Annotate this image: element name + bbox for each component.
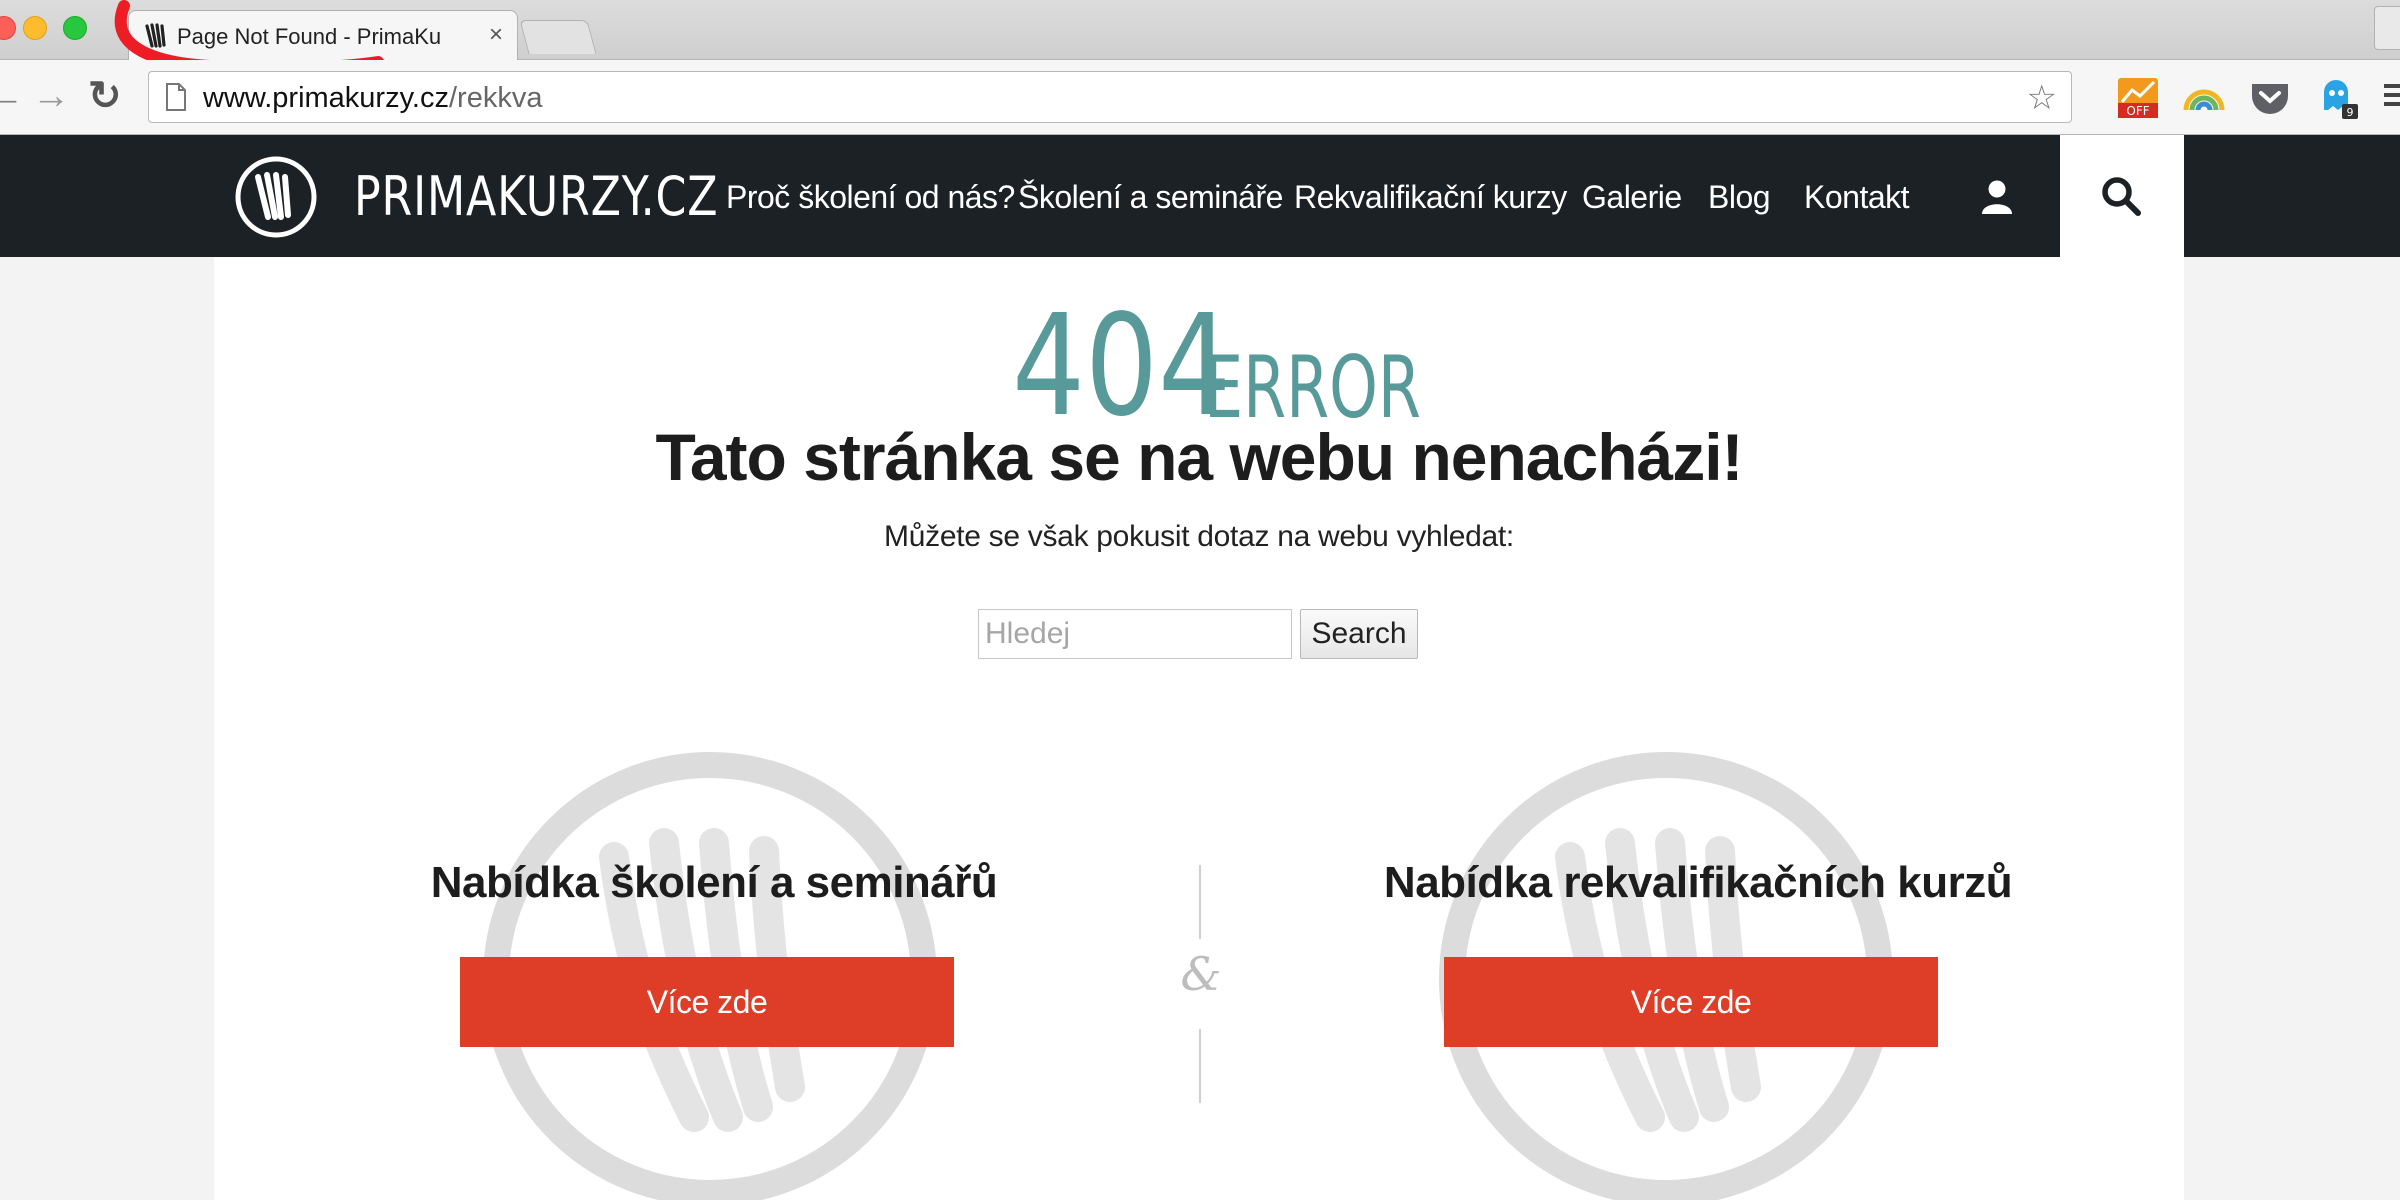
browser-window: Page Not Found - PrimaKu × ← → ↻ www.pri… xyxy=(0,0,2400,1200)
nav-item-skoleni-seminare[interactable]: Školení a semináře xyxy=(1018,179,1283,215)
minimize-window-button[interactable] xyxy=(23,16,47,40)
ghostery-count: 9 xyxy=(2347,106,2354,119)
requalification-offer-title: Nabídka rekvalifikačních kurzů xyxy=(1383,858,2013,907)
url-path: /rekkva xyxy=(449,82,543,114)
profile-button[interactable] xyxy=(2374,6,2400,50)
ampersand-separator: & xyxy=(1180,947,1222,1001)
site-header: PRIMAKURZY.CZ Proč školení od nás? Škole… xyxy=(0,135,2400,257)
browser-toolbar: ← → ↻ www.primakurzy.cz/rekkva ☆ OFF 9 xyxy=(0,60,2400,135)
nav-item-galerie[interactable]: Galerie xyxy=(1582,179,1682,215)
url-domain: www.primakurzy.cz xyxy=(203,82,449,114)
user-account-icon[interactable] xyxy=(1980,179,2014,215)
browser-menu-icon[interactable] xyxy=(2382,80,2400,110)
header-search-button[interactable] xyxy=(2060,135,2184,257)
tab-title: Page Not Found - PrimaKu xyxy=(177,24,442,49)
forward-arrow-icon[interactable]: → xyxy=(32,74,70,118)
search-submit-button[interactable]: Search xyxy=(1300,609,1418,659)
site-favicon-icon xyxy=(145,23,166,48)
nav-item-proc-skoleni[interactable]: Proč školení od nás? xyxy=(726,179,1015,215)
ghostery-icon[interactable]: 9 xyxy=(2316,76,2360,120)
browser-tab-active[interactable]: Page Not Found - PrimaKu × xyxy=(128,10,518,61)
bookmark-star-icon[interactable]: ☆ xyxy=(2027,81,2057,115)
close-window-button[interactable] xyxy=(0,16,16,40)
column-divider xyxy=(1199,865,1201,939)
requalification-more-button[interactable]: Více zde xyxy=(1444,957,1938,1047)
nav-item-rekvalifikacni-kurzy[interactable]: Rekvalifikační kurzy xyxy=(1294,179,1567,215)
search-hint-text: Můžete se však pokusit dotaz na webu vyh… xyxy=(884,520,1514,553)
column-divider xyxy=(1199,1029,1201,1103)
search-icon xyxy=(2102,177,2141,216)
search-input[interactable] xyxy=(978,609,1292,659)
zoom-window-button[interactable] xyxy=(63,16,87,40)
back-arrow-icon[interactable]: ← xyxy=(0,74,24,118)
url-text[interactable]: www.primakurzy.cz/rekkva xyxy=(203,82,542,114)
address-bar[interactable]: www.primakurzy.cz/rekkva ☆ xyxy=(148,71,2072,123)
new-tab-button[interactable] xyxy=(519,20,597,54)
main-content: 404 ERROR Tato stránka se na webu nenach… xyxy=(214,257,2184,1200)
site-logo-text[interactable]: PRIMAKURZY.CZ xyxy=(354,169,718,225)
pocket-icon[interactable] xyxy=(2248,76,2292,120)
error-code: 404 xyxy=(1012,285,1232,448)
page-not-found-headline: Tato stránka se na webu nenacházi! xyxy=(655,420,1743,494)
extension-rainbow-icon[interactable] xyxy=(2182,76,2226,120)
extension-off-icon[interactable]: OFF xyxy=(2116,76,2160,120)
reload-icon[interactable]: ↻ xyxy=(88,74,122,118)
tab-strip: Page Not Found - PrimaKu × xyxy=(0,0,2400,61)
training-offer-title: Nabídka školení a seminářů xyxy=(430,858,998,907)
nav-item-kontakt[interactable]: Kontakt xyxy=(1804,179,1910,215)
page-document-icon xyxy=(166,83,186,111)
site-logo-icon[interactable] xyxy=(234,155,318,239)
tab-close-icon[interactable]: × xyxy=(489,22,503,48)
extension-off-badge: OFF xyxy=(2126,104,2149,118)
nav-item-blog[interactable]: Blog xyxy=(1708,179,1771,215)
training-more-button[interactable]: Více zde xyxy=(460,957,954,1047)
